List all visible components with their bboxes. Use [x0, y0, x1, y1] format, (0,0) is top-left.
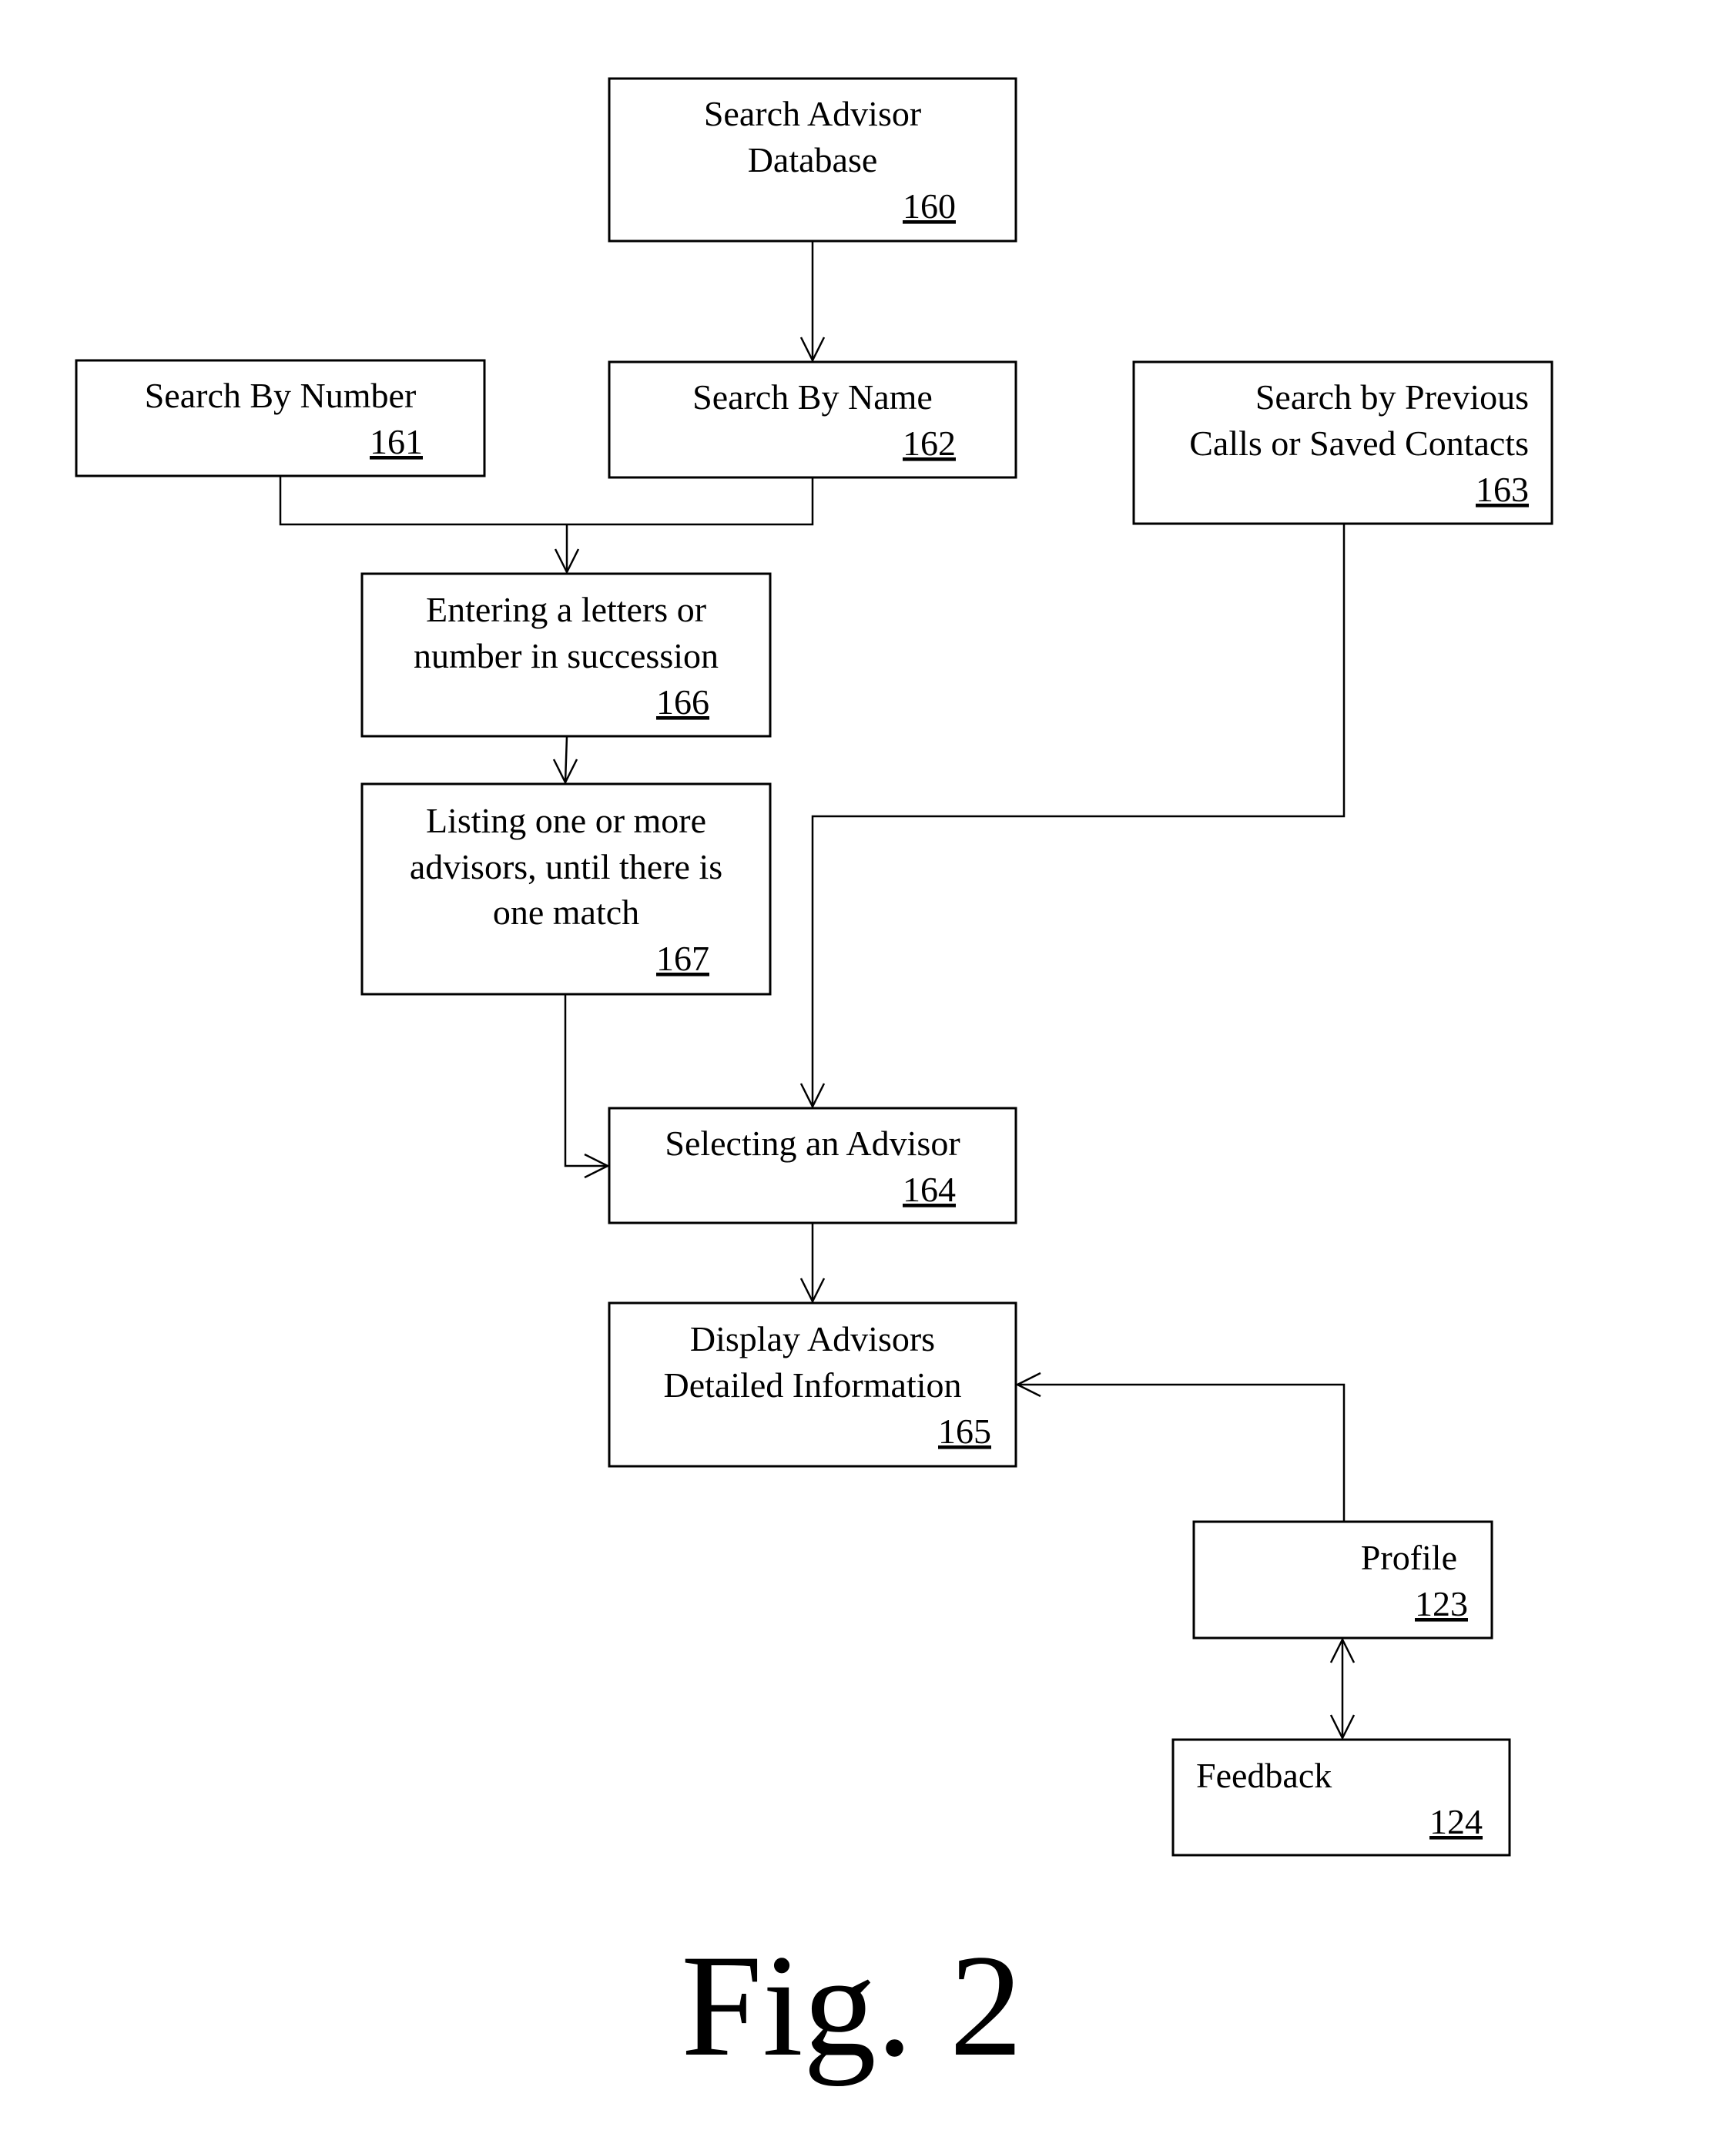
box-165-line-2: Detailed Information: [663, 1365, 961, 1405]
box-167-ref: 167: [656, 939, 709, 978]
box-162-ref: 162: [903, 424, 956, 463]
box-160-line-2: Database: [748, 140, 878, 179]
box-164-selecting-an-advisor: Selecting an Advisor 164: [608, 1107, 1017, 1224]
connector-166-to-167: [564, 735, 568, 783]
box-123-ref: 123: [1415, 1584, 1468, 1623]
box-166-line-2: number in succession: [414, 636, 719, 675]
box-165-ref: 165: [938, 1412, 991, 1451]
box-165-display-advisor-details: Display Advisors Detailed Information 16…: [608, 1301, 1017, 1468]
box-162-search-by-name: Search By Name 162: [608, 360, 1017, 479]
box-167-line-3: one match: [493, 893, 639, 932]
connector-163-to-164: [811, 524, 1346, 1107]
connector-123-to-165: [1017, 1383, 1346, 1522]
box-161-line-1: Search By Number: [145, 376, 417, 415]
box-167-line-1: Listing one or more: [426, 801, 706, 840]
box-123-line-1: Profile: [1361, 1538, 1457, 1577]
box-124-feedback: Feedback 124: [1171, 1738, 1511, 1857]
box-124-ref: 124: [1429, 1802, 1483, 1841]
box-164-ref: 164: [903, 1170, 956, 1209]
box-165-line-1: Display Advisors: [690, 1319, 935, 1358]
flowchart-canvas: Search Advisor Database 160 Search By Nu…: [75, 77, 1553, 2087]
connector-167-to-164: [564, 994, 608, 1167]
box-167-listing-advisors: Listing one or more advisors, until ther…: [360, 782, 772, 996]
box-163-line-2: Calls or Saved Contacts: [1189, 424, 1529, 463]
figure-caption: Fig. 2: [681, 1925, 1022, 2087]
box-163-line-1: Search by Previous: [1255, 377, 1529, 417]
box-163-search-by-previous-calls: Search by Previous Calls or Saved Contac…: [1132, 360, 1553, 525]
box-166-line-1: Entering a letters or: [426, 590, 706, 629]
box-167-line-2: advisors, until there is: [410, 847, 722, 886]
box-161-ref: 161: [370, 422, 423, 461]
box-160-ref: 160: [903, 186, 956, 226]
box-163-ref: 163: [1476, 470, 1529, 509]
box-162-line-1: Search By Name: [692, 377, 933, 417]
box-166-ref: 166: [656, 682, 709, 722]
box-166-entering-letters: Entering a letters or number in successi…: [360, 572, 772, 738]
box-160-line-1: Search Advisor: [704, 94, 921, 133]
box-164-line-1: Selecting an Advisor: [665, 1124, 960, 1163]
connector-161-162-merge: [279, 476, 814, 526]
box-124-line-1: Feedback: [1196, 1756, 1332, 1795]
box-160-search-advisor-database: Search Advisor Database 160: [608, 77, 1017, 243]
box-123-profile: Profile 123: [1192, 1520, 1493, 1640]
box-161-search-by-number: Search By Number 161: [75, 359, 486, 477]
